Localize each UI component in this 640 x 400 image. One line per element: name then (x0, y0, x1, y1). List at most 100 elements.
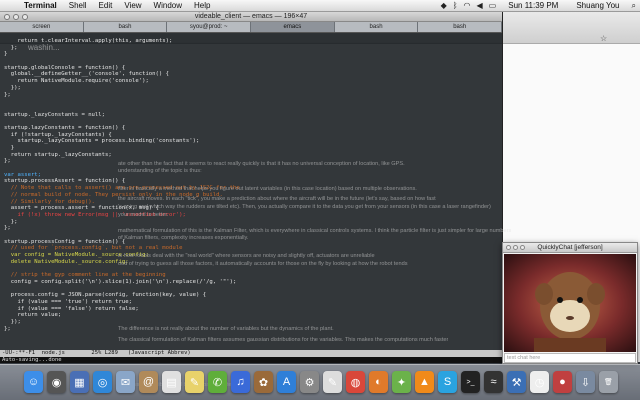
skype-icon[interactable]: S (438, 371, 457, 393)
video-feed (504, 254, 636, 352)
adium-icon[interactable]: ✦ (392, 371, 411, 393)
notes-icon[interactable]: ✎ (185, 371, 204, 393)
quicklychat-icon[interactable]: ● (553, 371, 572, 393)
appstore-icon[interactable]: A (277, 371, 296, 393)
emacs-modeline: -UU-:**-F1 node.js 25% L289 (Javascript … (0, 350, 503, 357)
finder-icon[interactable]: ☺ (24, 371, 43, 393)
menu-edit[interactable]: Edit (93, 1, 119, 10)
code-line: if (value === 'false') return false; (4, 305, 139, 312)
code-line: return startup._lazyConstants; (4, 151, 112, 158)
dropbox-icon[interactable]: ◆ (441, 1, 447, 10)
browser-paragraph: is how robots deal with the "real world"… (118, 253, 375, 259)
browser-paragraph: 's going and which way the rudders are t… (118, 204, 491, 210)
firefox-icon[interactable]: ◐ (369, 371, 388, 393)
emacs-minibuffer[interactable]: Auto-saving...done (0, 357, 503, 363)
quicklychat-window: QuicklyChat [jefferson] text chat here (502, 242, 638, 364)
menu-app-name[interactable]: Terminal (18, 1, 63, 10)
dock: ☺ ◉ ▦ ◎ ✉ @ ▤ ✎ ✆ ♫ ✿ A ⚙ ✎ ◍ ◐ ✦ ▲ S >_ ≈ ⚒ ◷ ● ⇩ 🗑 (0, 364, 640, 400)
terminal-tab[interactable]: bash (83, 22, 168, 32)
close-button[interactable] (4, 14, 10, 20)
minimize-button[interactable] (13, 14, 19, 20)
terminal-icon[interactable]: >_ (461, 371, 480, 393)
terminal-tab[interactable]: bash (334, 22, 419, 32)
code-line: startup.processAssert = function() { (4, 178, 126, 185)
textedit-icon[interactable]: ✎ (323, 371, 342, 393)
code-line: process.config = JSON.parse(config, func… (4, 292, 207, 299)
chat-title: QuicklyChat [jefferson] (537, 244, 603, 251)
calendar-icon[interactable]: ▤ (162, 371, 181, 393)
terminal-tab[interactable]: bash (418, 22, 503, 32)
dashboard-icon[interactable]: ◉ (47, 371, 66, 393)
code-line: config = config.split('\n').slice(1).joi… (4, 278, 237, 285)
chrome-icon[interactable]: ◍ (346, 371, 365, 393)
code-line: return value; (4, 312, 62, 319)
chat-minimize-button[interactable] (513, 245, 518, 250)
menu-user[interactable]: Shuang You (570, 1, 625, 10)
mail-icon[interactable]: ✉ (116, 371, 135, 393)
code-line: }; (4, 91, 11, 98)
chat-zoom-button[interactable] (520, 245, 525, 250)
code-line: // strip the gyp comment line at the beg… (4, 272, 166, 279)
contacts-icon[interactable]: @ (139, 371, 158, 393)
code-line: }; (4, 218, 18, 225)
code-line: } (4, 145, 15, 151)
chat-input[interactable]: text chat here (504, 353, 636, 363)
activity-monitor-icon[interactable]: ≈ (484, 371, 503, 393)
safari-icon[interactable]: ◎ (93, 371, 112, 393)
plush-monkey-image (534, 272, 606, 352)
itunes-icon[interactable]: ♫ (231, 371, 250, 393)
downloads-icon[interactable]: ⇩ (576, 371, 595, 393)
browser-bookmark-icon[interactable]: ☆ (600, 34, 607, 43)
terminal-tab[interactable]: emacs (251, 22, 335, 32)
browser-paragraph: of Kalman filters, complexity increases … (118, 235, 249, 241)
browser-paragraph: The classical formulation of Kalman filt… (118, 337, 449, 343)
iphoto-icon[interactable]: ✿ (254, 371, 273, 393)
code-line: startup._lazyConstants = null; (4, 111, 106, 118)
code-line: return NativeModule.require('console'); (4, 78, 149, 85)
menu-shell[interactable]: Shell (63, 1, 93, 10)
code-line: }; (4, 44, 18, 51)
code-line: return t.clearInterval.apply(this, argum… (4, 38, 173, 44)
code-line: startup.processConfig = function() { (4, 238, 126, 245)
browser-paragraph: ood of trying to guess all those factors… (118, 261, 408, 267)
vlc-icon[interactable]: ▲ (415, 371, 434, 393)
xcode-icon[interactable]: ⚒ (507, 371, 526, 393)
trash-icon[interactable]: 🗑 (599, 371, 618, 393)
browser-paragraph: The difference is not really about the n… (118, 326, 334, 332)
volume-icon[interactable]: ◀ (477, 1, 483, 10)
wifi-icon[interactable]: ◠ (464, 1, 471, 10)
menu-clock[interactable]: Sun 11:39 PM (502, 1, 564, 10)
browser-paragraph: ate other than the fact that it seems to… (118, 161, 405, 167)
code-line: startup._lazyConstants = process.binding… (4, 138, 200, 145)
terminal-titlebar: videable_client — emacs — 196×47 (0, 12, 502, 22)
battery-icon[interactable]: ▭ (489, 1, 497, 10)
messages-icon[interactable]: ✆ (208, 371, 227, 393)
browser-paragraph: mathematical formulation of this is the … (118, 228, 512, 234)
preferences-icon[interactable]: ⚙ (300, 371, 319, 393)
browser-paragraph: your model is better. (118, 212, 169, 218)
code-line: startup.lazyConstants = function() { (4, 124, 126, 131)
code-line: global.__defineGetter__('console', funct… (4, 71, 170, 78)
code-line: }); (4, 84, 21, 91)
menu-help[interactable]: Help (188, 1, 216, 10)
chat-close-button[interactable] (506, 245, 511, 250)
menu-window[interactable]: Window (148, 1, 188, 10)
bluetooth-icon[interactable]: ᛒ (453, 1, 458, 10)
terminal-tab[interactable]: screen (0, 22, 84, 32)
terminal-title: videable_client — emacs — 196×47 (194, 13, 308, 20)
code-line: // used for `process.config`, but not a … (4, 245, 183, 252)
clock-icon[interactable]: ◷ (530, 371, 549, 393)
browser-paragraph: understanding of the topic is thus: (118, 168, 202, 174)
mission-control-icon[interactable]: ▦ (70, 371, 89, 393)
terminal-tab[interactable]: syou@prod: ~ (167, 22, 252, 32)
browser-paragraph: the aircraft moves. In each "tick", you … (118, 196, 436, 202)
menu-view[interactable]: View (118, 1, 147, 10)
spotlight-icon[interactable]: ⌕ (632, 1, 636, 11)
browser-paragraph: filter is basically a method that helps … (118, 186, 417, 192)
code-line: startup.globalConsole = function() { (4, 64, 126, 71)
zoom-button[interactable] (22, 14, 28, 20)
code-line: if (!startup._lazyConstants) { (4, 131, 112, 138)
